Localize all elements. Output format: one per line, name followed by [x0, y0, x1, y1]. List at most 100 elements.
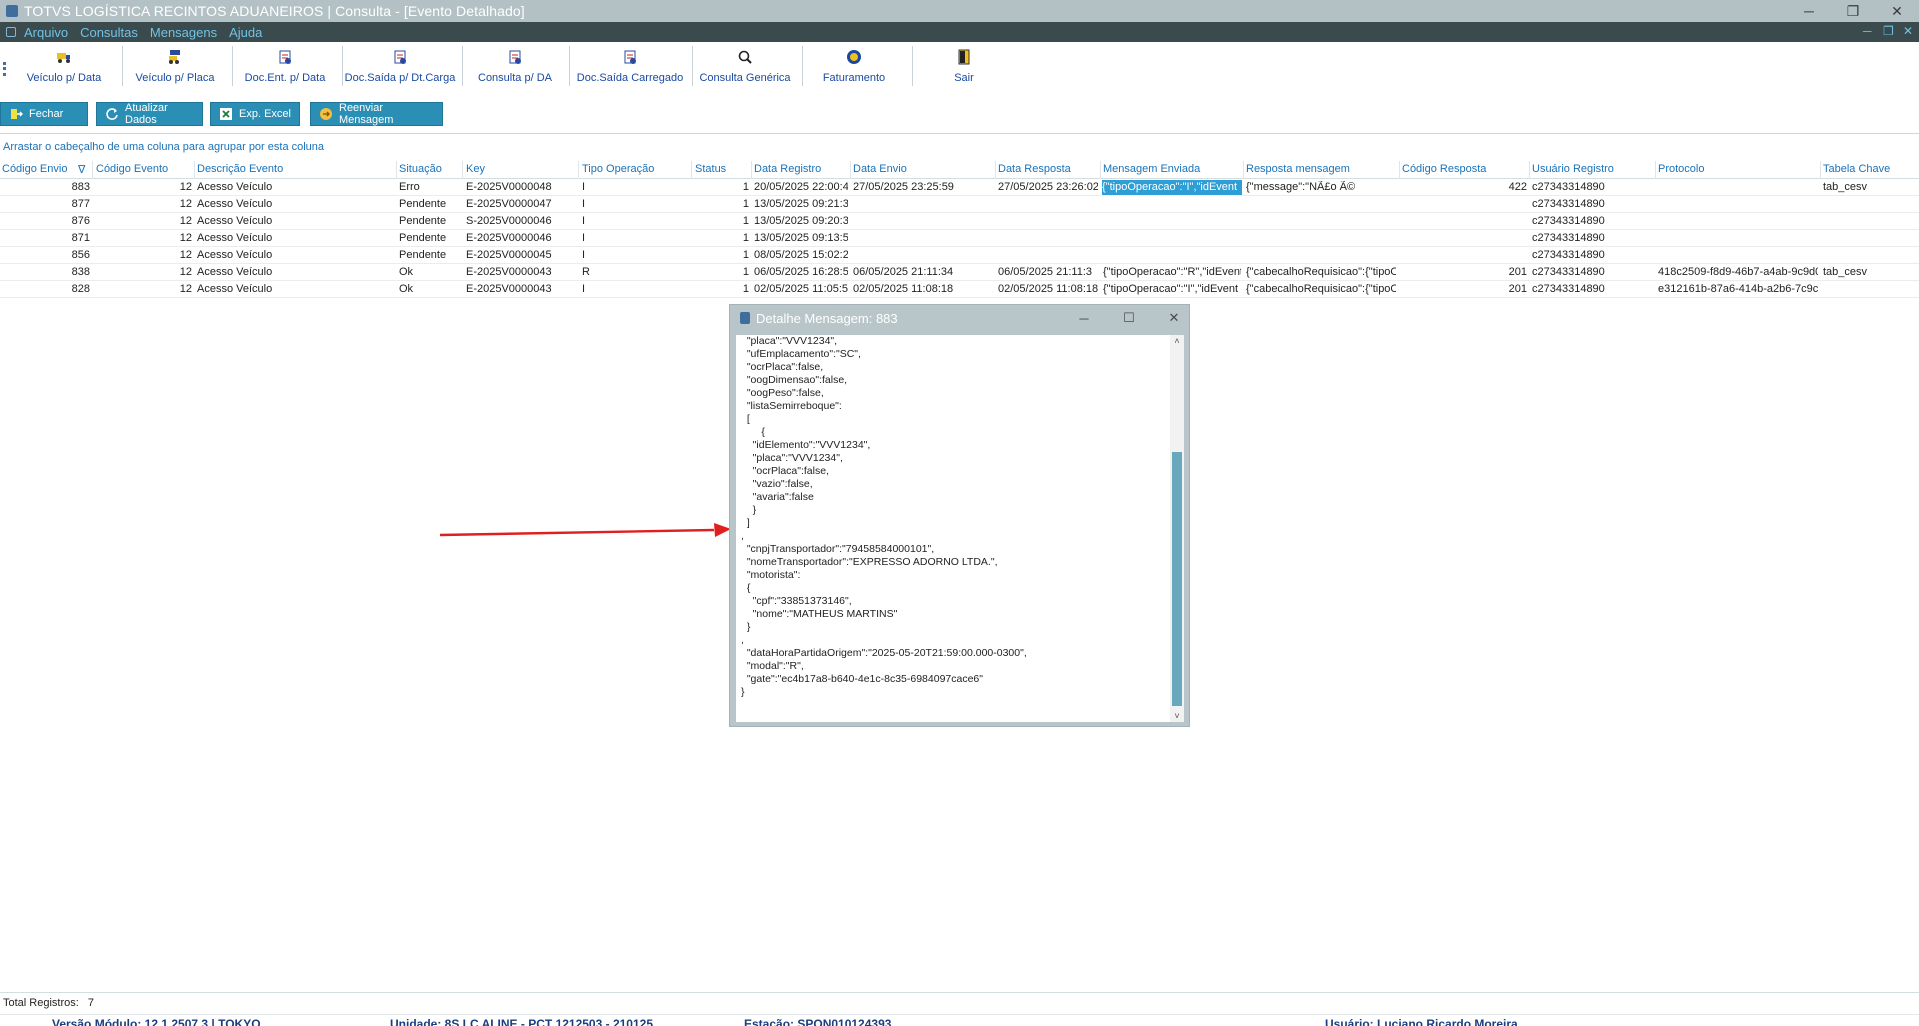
- col-data-resposta[interactable]: Data Resposta: [998, 163, 1071, 175]
- table-row[interactable]: 883 12 Acesso Veículo Erro E-2025V000004…: [0, 179, 1919, 196]
- cell-key[interactable]: S-2025V0000046: [466, 215, 576, 227]
- scroll-down-icon[interactable]: ˅: [1170, 710, 1184, 722]
- mdi-restore-button[interactable]: ❐: [1883, 24, 1894, 38]
- cell-descricao-evento[interactable]: Acesso Veículo: [197, 181, 393, 193]
- cell-situacao[interactable]: Pendente: [399, 215, 459, 227]
- cell-codigo-evento[interactable]: 12: [94, 266, 192, 278]
- col-codigo-evento[interactable]: Código Evento: [96, 163, 168, 175]
- minimize-button[interactable]: ─: [1787, 0, 1831, 22]
- cell-mensagem-enviada[interactable]: {"tipoOperacao":"I","idEvent: [1103, 283, 1241, 295]
- table-row[interactable]: 838 12 Acesso Veículo Ok E-2025V0000043 …: [0, 264, 1919, 281]
- cell-mensagem-enviada-selected[interactable]: {"tipoOperacao":"I","idEvent: [1101, 179, 1243, 196]
- menu-mensagens[interactable]: Mensagens: [150, 25, 217, 40]
- cell-situacao[interactable]: Erro: [399, 181, 459, 193]
- close-window-button[interactable]: ✕: [1875, 0, 1919, 22]
- column-separator[interactable]: [194, 161, 195, 179]
- table-row[interactable]: 828 12 Acesso Veículo Ok E-2025V0000043 …: [0, 281, 1919, 298]
- column-separator[interactable]: [751, 161, 752, 179]
- dialog-maximize-button[interactable]: ☐: [1119, 309, 1139, 327]
- cell-codigo-evento[interactable]: 12: [94, 249, 192, 261]
- message-text-area[interactable]: "placa":"VVV1234", "ufEmplacamento":"SC"…: [736, 335, 1184, 722]
- cell-codigo-envio[interactable]: 838: [0, 266, 90, 278]
- cell-key[interactable]: E-2025V0000045: [466, 249, 576, 261]
- scroll-up-icon[interactable]: ˄: [1170, 335, 1184, 347]
- cell-situacao[interactable]: Pendente: [399, 198, 459, 210]
- cell-status[interactable]: 1: [693, 215, 749, 227]
- col-descricao-evento[interactable]: Descrição Evento: [197, 163, 283, 175]
- cell-data-registro[interactable]: 20/05/2025 22:00:4: [754, 181, 848, 193]
- cell-key[interactable]: E-2025V0000048: [466, 181, 576, 193]
- cell-data-resposta[interactable]: 06/05/2025 21:11:3: [998, 266, 1098, 278]
- toolbar-grip[interactable]: [3, 62, 6, 76]
- column-separator[interactable]: [995, 161, 996, 179]
- column-separator[interactable]: [462, 161, 463, 179]
- exp-excel-button[interactable]: Exp. Excel: [210, 102, 300, 126]
- cell-resposta-mensagem[interactable]: {"cabecalhoRequisicao":{"tipoO: [1246, 266, 1396, 278]
- column-separator[interactable]: [1529, 161, 1530, 179]
- col-protocolo[interactable]: Protocolo: [1658, 163, 1704, 175]
- table-row[interactable]: 856 12 Acesso Veículo Pendente E-2025V00…: [0, 247, 1919, 264]
- tool-sair[interactable]: Sair: [944, 46, 984, 88]
- cell-resposta-mensagem[interactable]: {"message":"NÃ£o Ã©: [1246, 181, 1396, 193]
- cell-protocolo[interactable]: 418c2509-f8d9-46b7-a4ab-9c9d0: [1658, 266, 1818, 278]
- cell-usuario-registro[interactable]: c27343314890: [1532, 215, 1652, 227]
- cell-descricao-evento[interactable]: Acesso Veículo: [197, 232, 393, 244]
- cell-key[interactable]: E-2025V0000047: [466, 198, 576, 210]
- cell-status[interactable]: 1: [693, 266, 749, 278]
- col-data-envio[interactable]: Data Envio: [853, 163, 907, 175]
- cell-data-registro[interactable]: 13/05/2025 09:21:3: [754, 198, 848, 210]
- atualizar-dados-button[interactable]: Atualizar Dados: [96, 102, 203, 126]
- cell-tipo-operacao[interactable]: I: [582, 181, 688, 193]
- cell-codigo-resposta[interactable]: 422: [1402, 181, 1527, 193]
- cell-descricao-evento[interactable]: Acesso Veículo: [197, 249, 393, 261]
- fechar-button[interactable]: Fechar: [0, 102, 88, 126]
- tool-consulta-generica[interactable]: Consulta Genérica: [698, 46, 792, 88]
- cell-status[interactable]: 1: [693, 232, 749, 244]
- cell-data-registro[interactable]: 13/05/2025 09:20:3: [754, 215, 848, 227]
- cell-tipo-operacao[interactable]: I: [582, 232, 688, 244]
- column-separator[interactable]: [1243, 161, 1244, 179]
- cell-codigo-evento[interactable]: 12: [94, 181, 192, 193]
- tool-consulta-da[interactable]: Consulta p/ DA: [472, 46, 558, 88]
- col-situacao[interactable]: Situação: [399, 163, 442, 175]
- cell-data-registro[interactable]: 06/05/2025 16:28:5: [754, 266, 848, 278]
- column-separator[interactable]: [1399, 161, 1400, 179]
- col-codigo-envio[interactable]: Código Envio: [2, 163, 67, 175]
- table-row[interactable]: 871 12 Acesso Veículo Pendente E-2025V00…: [0, 230, 1919, 247]
- cell-situacao[interactable]: Ok: [399, 283, 459, 295]
- cell-codigo-envio[interactable]: 828: [0, 283, 90, 295]
- cell-data-registro[interactable]: 13/05/2025 09:13:5: [754, 232, 848, 244]
- cell-status[interactable]: 1: [693, 283, 749, 295]
- col-key[interactable]: Key: [466, 163, 485, 175]
- reenviar-mensagem-button[interactable]: Reenviar Mensagem: [310, 102, 443, 126]
- cell-codigo-evento[interactable]: 12: [94, 232, 192, 244]
- cell-tabela-chave[interactable]: tab_cesv: [1823, 266, 1917, 278]
- cell-codigo-evento[interactable]: 12: [94, 198, 192, 210]
- cell-codigo-envio[interactable]: 856: [0, 249, 90, 261]
- cell-codigo-evento[interactable]: 12: [94, 215, 192, 227]
- col-data-registro[interactable]: Data Registro: [754, 163, 821, 175]
- cell-codigo-envio[interactable]: 871: [0, 232, 90, 244]
- cell-tipo-operacao[interactable]: I: [582, 283, 688, 295]
- column-separator[interactable]: [92, 161, 93, 179]
- cell-situacao[interactable]: Pendente: [399, 232, 459, 244]
- col-codigo-resposta[interactable]: Código Resposta: [1402, 163, 1486, 175]
- tool-doc-ent-data[interactable]: Doc.Ent. p/ Data: [241, 46, 329, 88]
- group-by-hint[interactable]: Arrastar o cabeçalho de uma coluna para …: [3, 141, 324, 153]
- cell-mensagem-enviada[interactable]: {"tipoOperacao":"R","idEvent: [1103, 266, 1241, 278]
- menu-arquivo[interactable]: Arquivo: [24, 25, 68, 40]
- col-tipo-operacao[interactable]: Tipo Operação: [582, 163, 654, 175]
- cell-data-envio[interactable]: 27/05/2025 23:25:59: [853, 181, 993, 193]
- dialog-minimize-button[interactable]: ─: [1074, 309, 1094, 327]
- cell-usuario-registro[interactable]: c27343314890: [1532, 283, 1652, 295]
- cell-codigo-resposta[interactable]: 201: [1402, 283, 1527, 295]
- col-mensagem-enviada[interactable]: Mensagem Enviada: [1103, 163, 1200, 175]
- table-row[interactable]: 876 12 Acesso Veículo Pendente S-2025V00…: [0, 213, 1919, 230]
- cell-situacao[interactable]: Ok: [399, 266, 459, 278]
- cell-tabela-chave[interactable]: tab_cesv: [1823, 181, 1917, 193]
- cell-descricao-evento[interactable]: Acesso Veículo: [197, 283, 393, 295]
- cell-codigo-envio[interactable]: 876: [0, 215, 90, 227]
- tool-veiculo-data[interactable]: Veículo p/ Data: [22, 46, 106, 88]
- restore-button[interactable]: ❐: [1831, 0, 1875, 22]
- tool-doc-saida-dtcarga[interactable]: Doc.Saída p/ Dt.Carga: [344, 46, 456, 88]
